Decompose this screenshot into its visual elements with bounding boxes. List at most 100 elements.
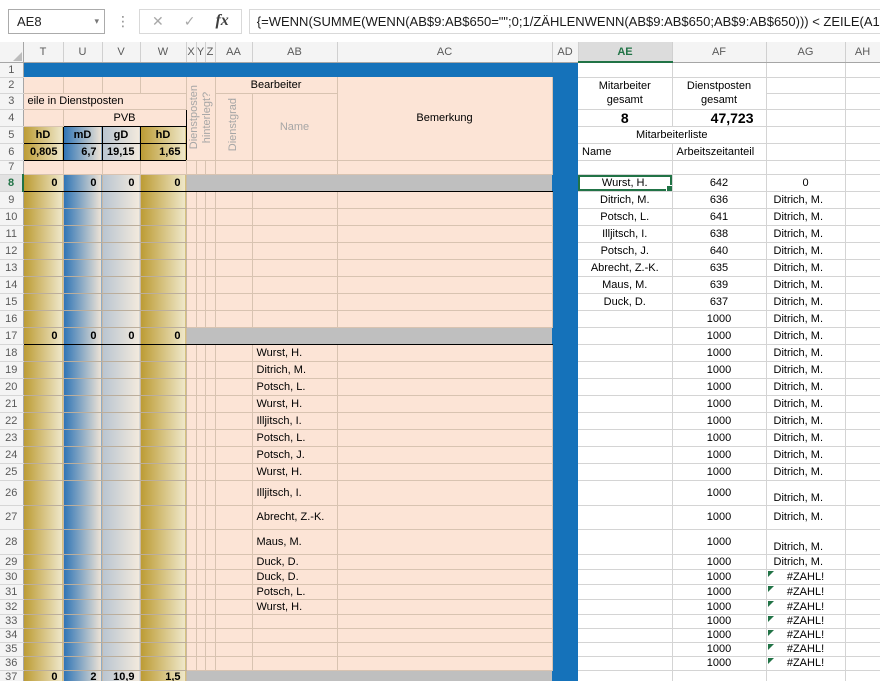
cell-V29[interactable] xyxy=(102,554,140,569)
cell-AA10[interactable] xyxy=(215,208,252,225)
cell-AF23[interactable]: 1000 xyxy=(672,429,766,446)
cell-W7[interactable] xyxy=(140,160,186,174)
cell-AH26[interactable] xyxy=(845,480,880,505)
cell-AE4-mitarbeiter-value[interactable]: 8 xyxy=(578,109,672,126)
cell-Y7[interactable] xyxy=(196,160,205,174)
cell-AG7[interactable] xyxy=(766,160,845,174)
cell-AB21[interactable]: Wurst, H. xyxy=(252,395,337,412)
cell-T9[interactable] xyxy=(23,191,63,208)
col-header-AC[interactable]: AC xyxy=(337,42,552,62)
cell-AD37[interactable] xyxy=(552,670,578,681)
cell-W19[interactable] xyxy=(140,361,186,378)
row-header-6[interactable]: 6 xyxy=(0,143,23,160)
cell-AF24[interactable]: 1000 xyxy=(672,446,766,463)
cell-U28[interactable] xyxy=(63,529,102,554)
cell-U4-W4-pvb[interactable]: PVB xyxy=(63,109,186,126)
cell-AE32[interactable] xyxy=(578,599,672,614)
cell-AA7[interactable] xyxy=(215,160,252,174)
cell-Z31[interactable] xyxy=(205,584,215,599)
fill-handle[interactable] xyxy=(666,185,672,191)
cell-AA27[interactable] xyxy=(215,505,252,529)
cell-AF17[interactable]: 1000 xyxy=(672,327,766,344)
cell-Z28[interactable] xyxy=(205,529,215,554)
cell-V17[interactable]: 0 xyxy=(102,327,140,344)
cell-T11[interactable] xyxy=(23,225,63,242)
cell-AF9[interactable]: 636 xyxy=(672,191,766,208)
cell-Z19[interactable] xyxy=(205,361,215,378)
cell-AH35[interactable] xyxy=(845,642,880,656)
cell-AA31[interactable] xyxy=(215,584,252,599)
cancel-icon[interactable]: ✕ xyxy=(152,13,164,30)
cell-W35[interactable] xyxy=(140,642,186,656)
cell-T5-quota-header[interactable]: hD xyxy=(23,126,63,143)
row-header-5[interactable]: 5 xyxy=(0,126,23,143)
cell-V11[interactable] xyxy=(102,225,140,242)
cell-W15[interactable] xyxy=(140,293,186,310)
cell-AD27[interactable] xyxy=(552,505,578,529)
cell-Z18[interactable] xyxy=(205,344,215,361)
cell-T35[interactable] xyxy=(23,642,63,656)
cell-V27[interactable] xyxy=(102,505,140,529)
cell-AD13[interactable] xyxy=(552,259,578,276)
cell-Y26[interactable] xyxy=(196,480,205,505)
cell-AG6[interactable] xyxy=(766,143,845,160)
cell-Z24[interactable] xyxy=(205,446,215,463)
cell-T28[interactable] xyxy=(23,529,63,554)
cell-AE37[interactable] xyxy=(578,670,672,681)
cell-AF20[interactable]: 1000 xyxy=(672,378,766,395)
cell-Y28[interactable] xyxy=(196,529,205,554)
cell-AC14[interactable] xyxy=(337,276,552,293)
cell-AB26[interactable]: Illjitsch, I. xyxy=(252,480,337,505)
cell-V23[interactable] xyxy=(102,429,140,446)
cell-AG36[interactable]: #ZAHL! xyxy=(766,656,845,670)
cell-X16[interactable] xyxy=(186,310,196,327)
cell-Y19[interactable] xyxy=(196,361,205,378)
cell-AF33[interactable]: 1000 xyxy=(672,614,766,628)
cell-W2[interactable] xyxy=(140,77,186,93)
cell-AB30[interactable]: Duck, D. xyxy=(252,569,337,584)
cell-AA34[interactable] xyxy=(215,628,252,642)
cell-AH27[interactable] xyxy=(845,505,880,529)
cell-W8[interactable]: 0 xyxy=(140,174,186,191)
cell-AF34[interactable]: 1000 xyxy=(672,628,766,642)
cell-AF2-dienstposten-gesamt[interactable]: Dienstposten gesamt xyxy=(672,77,766,109)
cell-AF27[interactable]: 1000 xyxy=(672,505,766,529)
cell-T4[interactable] xyxy=(23,109,63,126)
cell-AF37[interactable] xyxy=(672,670,766,681)
cell-AD30[interactable] xyxy=(552,569,578,584)
cell-Z35[interactable] xyxy=(205,642,215,656)
row-header-35[interactable]: 35 xyxy=(0,642,23,656)
cell-V14[interactable] xyxy=(102,276,140,293)
cell-AA25[interactable] xyxy=(215,463,252,480)
row-header-8[interactable]: 8 xyxy=(0,174,23,191)
cell-AE19[interactable] xyxy=(578,361,672,378)
cell-W10[interactable] xyxy=(140,208,186,225)
cell-W13[interactable] xyxy=(140,259,186,276)
cell-X21[interactable] xyxy=(186,395,196,412)
cell-T19[interactable] xyxy=(23,361,63,378)
cell-AH13[interactable] xyxy=(845,259,880,276)
cell-T2[interactable] xyxy=(23,77,63,93)
cell-AC9[interactable] xyxy=(337,191,552,208)
cell-AF32[interactable]: 1000 xyxy=(672,599,766,614)
cell-AF7[interactable] xyxy=(672,160,766,174)
cell-Y20[interactable] xyxy=(196,378,205,395)
cell-AF1[interactable] xyxy=(672,62,766,77)
cell-AC36[interactable] xyxy=(337,656,552,670)
cell-AD12[interactable] xyxy=(552,242,578,259)
cell-V31[interactable] xyxy=(102,584,140,599)
cell-AH20[interactable] xyxy=(845,378,880,395)
cell-AD16[interactable] xyxy=(552,310,578,327)
cell-T31[interactable] xyxy=(23,584,63,599)
cell-AD9[interactable] xyxy=(552,191,578,208)
cell-AF18[interactable]: 1000 xyxy=(672,344,766,361)
cell-AF25[interactable]: 1000 xyxy=(672,463,766,480)
cell-U33[interactable] xyxy=(63,614,102,628)
cell-U8[interactable]: 0 xyxy=(63,174,102,191)
cell-Y30[interactable] xyxy=(196,569,205,584)
cell-Y18[interactable] xyxy=(196,344,205,361)
row-header-32[interactable]: 32 xyxy=(0,599,23,614)
cell-AD4[interactable] xyxy=(552,109,578,126)
cell-W32[interactable] xyxy=(140,599,186,614)
cell-V25[interactable] xyxy=(102,463,140,480)
